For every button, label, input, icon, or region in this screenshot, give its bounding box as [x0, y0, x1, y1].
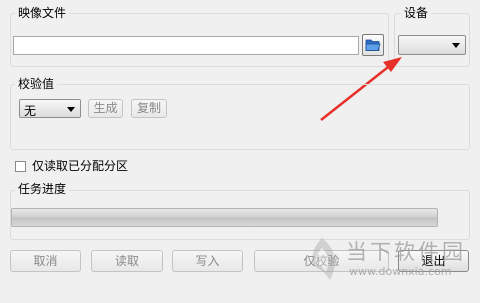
- browse-folder-button[interactable]: [362, 34, 384, 56]
- folder-open-icon: [365, 39, 381, 51]
- chevron-down-icon: [452, 43, 460, 48]
- watermark-url: www.downxia.com: [349, 265, 452, 278]
- write-button[interactable]: 写入: [172, 250, 243, 272]
- readonly-partitions-label: 仅读取已分配分区: [32, 159, 129, 173]
- copy-button[interactable]: 复制: [131, 99, 167, 118]
- task-progress-bar: [11, 208, 438, 227]
- device-title: 设备: [401, 6, 432, 20]
- watermark-brand: 当下软件园: [346, 240, 466, 264]
- device-select[interactable]: [398, 35, 466, 55]
- watermark-logo-icon: [312, 238, 336, 280]
- readonly-partitions-checkbox[interactable]: [15, 161, 26, 172]
- image-file-title: 映像文件: [15, 6, 70, 20]
- generate-button[interactable]: 生成: [88, 99, 123, 118]
- checksum-algorithm-value: 无: [24, 104, 37, 118]
- cancel-button[interactable]: 取消: [10, 250, 81, 272]
- chevron-down-icon: [67, 107, 75, 112]
- checksum-title: 校验值: [15, 77, 58, 91]
- read-button[interactable]: 读取: [91, 250, 163, 272]
- watermark: 当下软件园 www.downxia.com: [300, 232, 478, 292]
- progress-title: 任务进度: [15, 182, 70, 196]
- image-file-path-input[interactable]: [13, 36, 359, 55]
- checksum-algorithm-select[interactable]: 无: [19, 99, 81, 118]
